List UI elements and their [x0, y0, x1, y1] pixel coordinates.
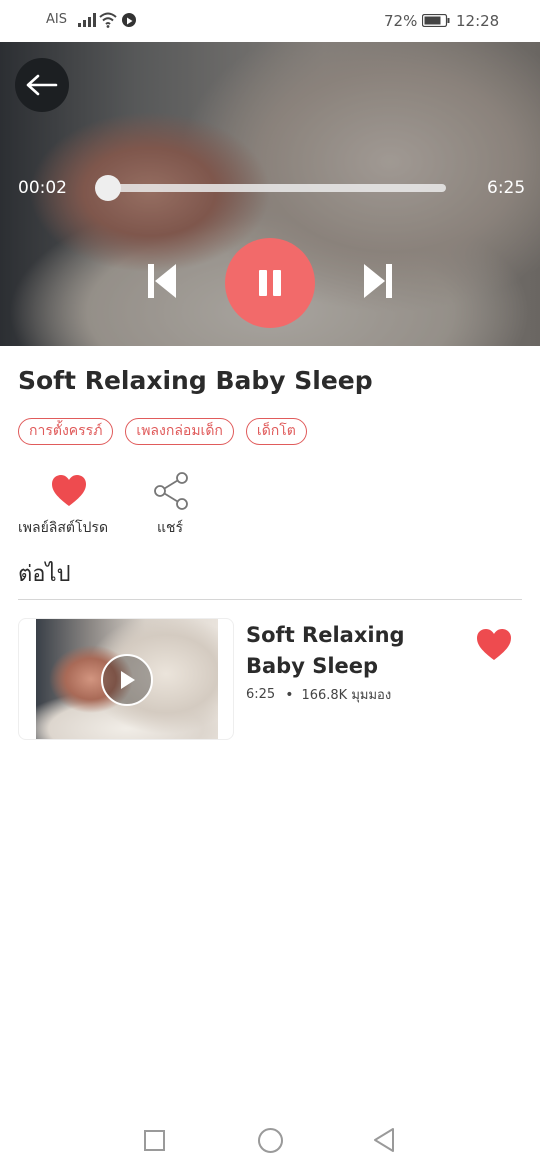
current-time: 00:02 [18, 178, 67, 198]
system-nav-bar [0, 1110, 540, 1170]
skip-previous-icon[interactable] [148, 264, 176, 298]
tag-chip[interactable]: การตั้งครรภ์ [18, 418, 114, 445]
progress-bar[interactable] [106, 184, 446, 192]
media-playing-icon [122, 13, 136, 27]
battery-icon [422, 14, 450, 27]
tag-chip[interactable]: เด็กโต [245, 418, 307, 445]
song-title: Soft Relaxing Baby Sleep [18, 366, 373, 395]
pause-icon [259, 270, 281, 296]
up-next-item[interactable]: Soft Relaxing Baby Sleep 6:25 • 166.8K ม… [18, 618, 522, 742]
home-button[interactable] [258, 1128, 283, 1153]
item-duration: 6:25 [246, 687, 276, 702]
item-views: 166.8K มุมมอง [301, 688, 392, 703]
add-to-favorites-button[interactable]: เพลย์ลิสต์โปรด [18, 470, 122, 540]
clock: 12:28 [456, 12, 500, 30]
recent-apps-button[interactable] [144, 1130, 165, 1151]
share-label: แชร์ [157, 520, 184, 536]
play-button[interactable] [101, 654, 153, 706]
heart-icon [52, 475, 86, 506]
play-icon [121, 671, 135, 689]
separator-dot: • [285, 686, 294, 703]
share-button[interactable]: แชร์ [150, 470, 194, 540]
wifi-icon [99, 12, 117, 28]
tag-list: การตั้งครรภ์ เพลงกล่อมเด็ก เด็กโต [18, 418, 307, 445]
item-title[interactable]: Soft Relaxing Baby Sleep [246, 620, 466, 682]
nav-back-icon[interactable] [372, 1127, 396, 1153]
favorite-label: เพลย์ลิสต์โปรด [18, 520, 109, 536]
total-time: 6:25 [487, 178, 526, 198]
progress-handle[interactable] [94, 175, 121, 201]
item-meta: 6:25 • 166.8K มุมมอง [246, 684, 391, 705]
pause-button[interactable] [225, 238, 315, 328]
divider [18, 599, 522, 600]
share-icon [154, 472, 188, 510]
battery-percent: 72% [384, 12, 418, 30]
up-next-heading: ต่อไป [18, 562, 71, 587]
back-button[interactable] [15, 58, 69, 112]
arrow-left-icon [26, 74, 58, 96]
video-thumbnail[interactable] [18, 618, 234, 740]
carrier-label: AIS [46, 12, 67, 27]
player-hero: 00:02 6:25 [0, 42, 540, 346]
skip-next-icon[interactable] [364, 264, 392, 298]
status-bar: AIS 72% 12:28 [0, 0, 540, 42]
tag-chip[interactable]: เพลงกล่อมเด็ก [125, 418, 234, 445]
signal-icon [78, 13, 96, 27]
heart-icon[interactable] [476, 628, 512, 662]
